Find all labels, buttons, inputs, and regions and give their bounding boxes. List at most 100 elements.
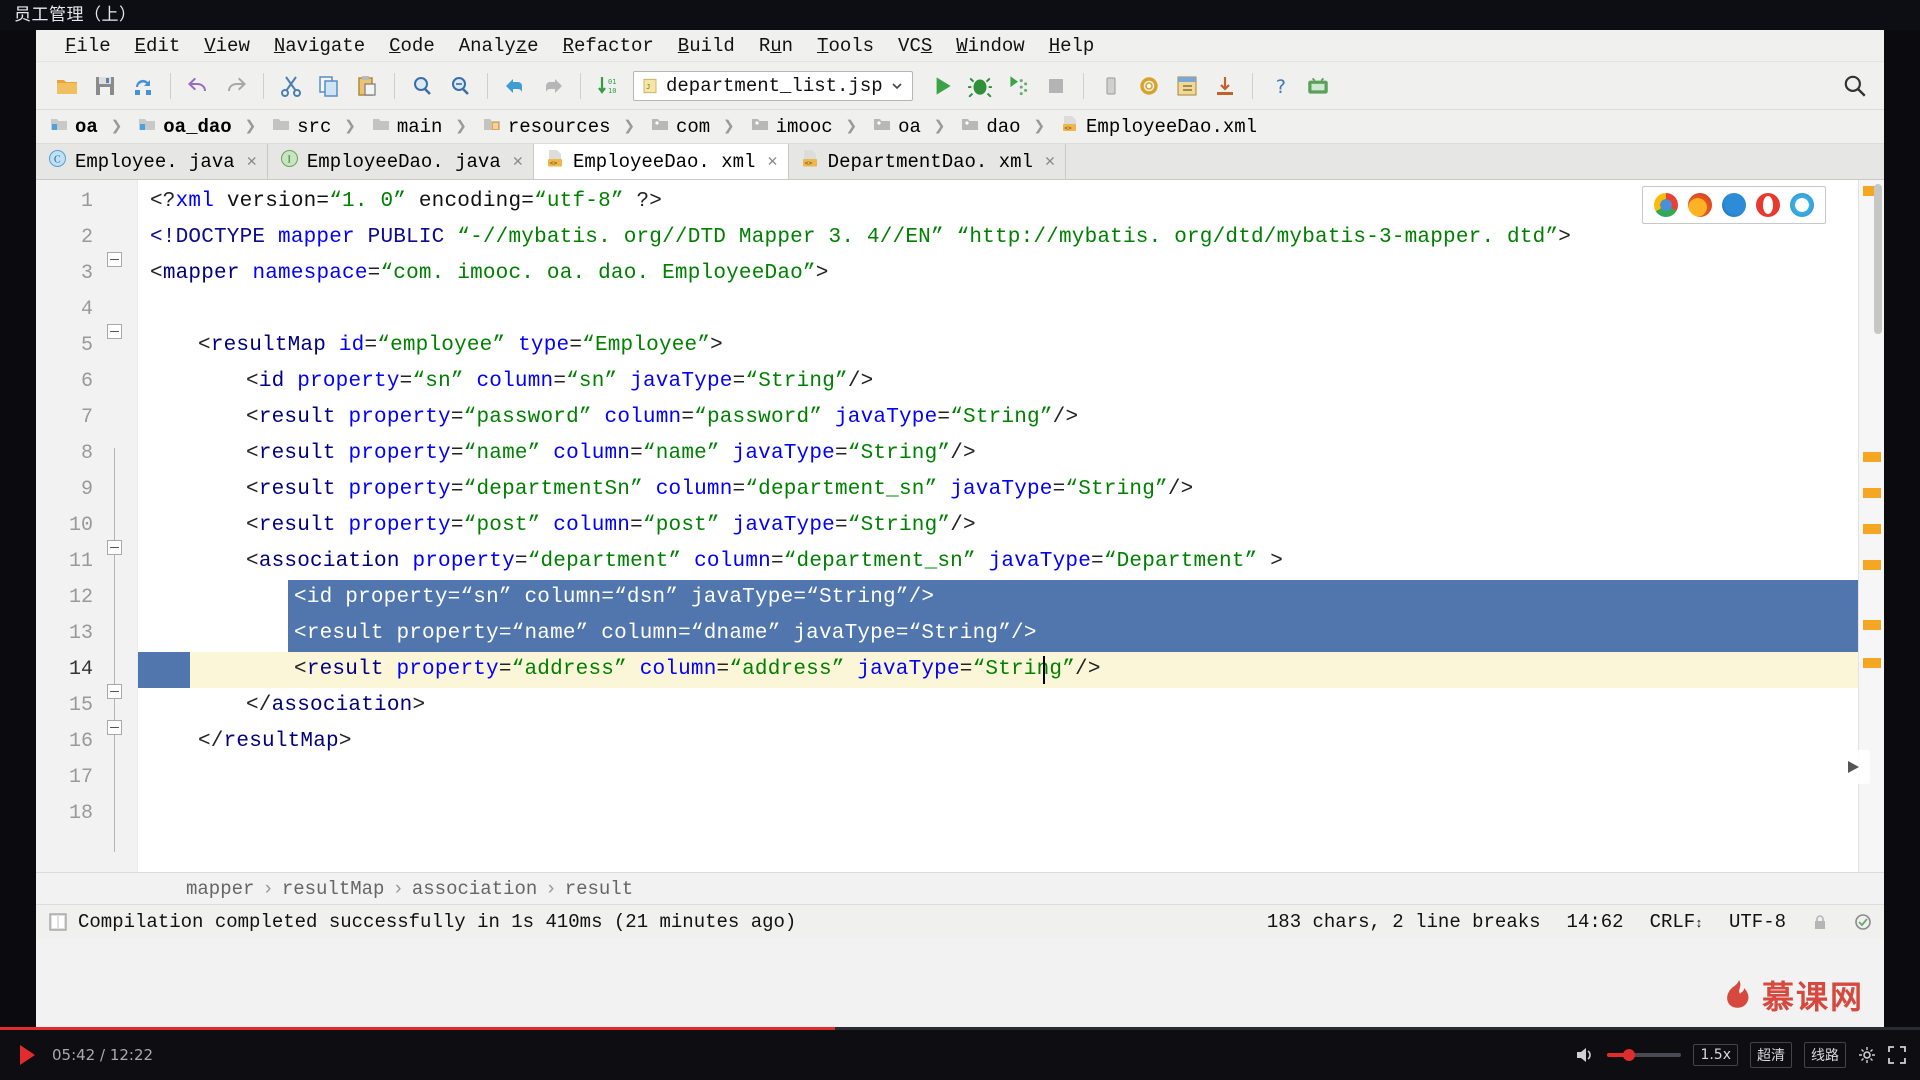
breadcrumb-item-imooc[interactable]: imooc ❯ (745, 110, 867, 144)
sort-icon[interactable]: 01 10 (589, 67, 627, 105)
code-line[interactable]: </association> (138, 688, 1884, 724)
video-side-play-button[interactable] (1836, 750, 1870, 784)
browser-preview-popup[interactable] (1642, 186, 1826, 224)
breadcrumb-item-oa[interactable]: oa ❯ (44, 110, 132, 144)
scrollbar-thumb[interactable] (1874, 184, 1882, 334)
code-line[interactable]: <result property=“departmentSn” column=“… (138, 472, 1884, 508)
code-line[interactable] (138, 760, 1884, 796)
structure-item-mapper[interactable]: mapper (186, 878, 254, 900)
search-everywhere-icon[interactable] (1836, 67, 1874, 105)
firefox-icon[interactable] (1688, 193, 1712, 217)
copy-icon[interactable] (310, 67, 348, 105)
navigate-forward-icon[interactable] (534, 67, 572, 105)
cut-icon[interactable] (272, 67, 310, 105)
code-line[interactable]: <association property=“department” colum… (138, 544, 1884, 580)
stop-button[interactable] (1037, 67, 1075, 105)
menu-item-view[interactable]: View (193, 32, 261, 60)
file-encoding[interactable]: UTF-8 (1729, 911, 1786, 933)
breadcrumb-item-resources[interactable]: resources ❯ (477, 110, 645, 144)
menu-item-window[interactable]: Window (945, 32, 1035, 60)
debug-button[interactable] (961, 67, 999, 105)
menu-item-build[interactable]: Build (667, 32, 746, 60)
route-button[interactable]: 线路 (1804, 1042, 1846, 1068)
breadcrumb-item-src[interactable]: src ❯ (266, 110, 366, 144)
menu-item-navigate[interactable]: Navigate (263, 32, 376, 60)
code-line[interactable] (138, 292, 1884, 328)
help-icon[interactable]: ? (1261, 67, 1299, 105)
close-icon[interactable]: ✕ (1045, 151, 1055, 172)
menu-item-help[interactable]: Help (1038, 32, 1106, 60)
breadcrumb-item-oa[interactable]: oa ❯ (867, 110, 955, 144)
caret-position[interactable]: 14:62 (1567, 911, 1624, 933)
lock-icon[interactable] (1812, 913, 1828, 931)
close-icon[interactable]: ✕ (247, 151, 257, 172)
restart-button[interactable] (1092, 67, 1130, 105)
structure-item-resultmap[interactable]: resultMap (282, 878, 385, 900)
code-line[interactable]: <id property=“sn” column=“sn” javaType=“… (138, 364, 1884, 400)
find-icon[interactable] (403, 67, 441, 105)
playback-speed-button[interactable]: 1.5x (1693, 1044, 1738, 1066)
menu-item-refactor[interactable]: Refactor (552, 32, 665, 60)
quality-button[interactable]: 超清 (1750, 1042, 1792, 1068)
update-icon[interactable] (1206, 67, 1244, 105)
coverage-button[interactable] (999, 67, 1037, 105)
code-line[interactable]: </resultMap> (138, 724, 1884, 760)
inspection-icon[interactable] (1854, 913, 1872, 931)
redo-icon[interactable] (217, 67, 255, 105)
menu-item-file[interactable]: File (54, 32, 122, 60)
open-folder-icon[interactable] (48, 67, 86, 105)
structure-item-result[interactable]: result (565, 878, 633, 900)
fold-toggle-mapper[interactable] (107, 252, 122, 267)
menu-item-vcs[interactable]: VCS (887, 32, 943, 60)
code-folding-column[interactable] (97, 180, 137, 872)
chrome-icon[interactable] (1654, 193, 1678, 217)
navigate-back-icon[interactable] (496, 67, 534, 105)
project-structure-icon[interactable] (1168, 67, 1206, 105)
breadcrumb-item-oa-dao[interactable]: oa_dao ❯ (132, 110, 266, 144)
warning-marker[interactable] (1863, 658, 1881, 668)
breadcrumb-item-employeedao-xml[interactable]: <> EmployeeDao.xml (1055, 110, 1267, 144)
run-configuration-selector[interactable]: J department_list.jsp (633, 70, 913, 101)
code-content[interactable]: <?xml version=“1. 0” encoding=“utf-8” ?>… (138, 180, 1884, 872)
editor-area[interactable]: 1 2 3 4 5 6 7 8 9 10 11 12 13 14 15 16 17 18 <?xml versio… (36, 180, 1884, 872)
run-button[interactable] (923, 67, 961, 105)
menu-item-edit[interactable]: Edit (124, 32, 192, 60)
volume-slider[interactable] (1607, 1049, 1682, 1061)
warning-marker[interactable] (1863, 524, 1881, 534)
volume-knob[interactable] (1623, 1049, 1636, 1061)
breadcrumb-item-main[interactable]: main ❯ (366, 110, 477, 144)
menu-item-code[interactable]: Code (378, 32, 446, 60)
code-line[interactable]: <result property=“name” column=“name” ja… (138, 436, 1884, 472)
paste-icon[interactable] (348, 67, 386, 105)
warning-marker[interactable] (1863, 452, 1881, 462)
close-icon[interactable]: ✕ (767, 151, 777, 172)
menu-item-analyze[interactable]: Analyze (448, 32, 550, 60)
structure-item-association[interactable]: association (412, 878, 537, 900)
code-line[interactable]: <!DOCTYPE mapper PUBLIC “-//mybatis. org… (138, 220, 1884, 256)
editor-tab-employeedao-xml[interactable]: <> EmployeeDao. xml ✕ (533, 144, 789, 179)
editor-tab-employee-java[interactable]: C Employee. java ✕ (36, 144, 268, 179)
volume-icon[interactable] (1575, 1046, 1595, 1064)
fold-toggle-association[interactable] (107, 540, 122, 555)
opera-icon[interactable] (1756, 193, 1780, 217)
breadcrumb-item-dao[interactable]: dao ❯ (955, 110, 1055, 144)
code-line[interactable]: <resultMap id=“employee” type=“Employee”… (138, 328, 1884, 364)
breadcrumb-item-com[interactable]: com ❯ (645, 110, 745, 144)
fullscreen-icon[interactable] (1888, 1046, 1906, 1064)
editor-tab-employeedao-java[interactable]: I EmployeeDao. java ✕ (267, 144, 534, 179)
gear-icon[interactable] (1130, 67, 1168, 105)
save-icon[interactable] (86, 67, 124, 105)
code-line[interactable]: <?xml version=“1. 0” encoding=“utf-8” ?> (138, 184, 1884, 220)
code-line[interactable]: <result property=“name” column=“dname” j… (138, 616, 1884, 652)
android-device-icon[interactable] (1299, 67, 1337, 105)
warning-marker[interactable] (1863, 620, 1881, 630)
code-line[interactable]: <id property=“sn” column=“dsn” javaType=… (138, 580, 1884, 616)
code-line[interactable]: <result property=“password” column=“pass… (138, 400, 1884, 436)
chevron-down-icon[interactable] (890, 79, 904, 93)
play-icon[interactable] (14, 1042, 40, 1068)
gear-icon[interactable] (1858, 1046, 1876, 1064)
menu-item-tools[interactable]: Tools (806, 32, 885, 60)
safari-icon[interactable] (1790, 193, 1814, 217)
replace-icon[interactable] (441, 67, 479, 105)
code-line[interactable] (138, 796, 1884, 832)
